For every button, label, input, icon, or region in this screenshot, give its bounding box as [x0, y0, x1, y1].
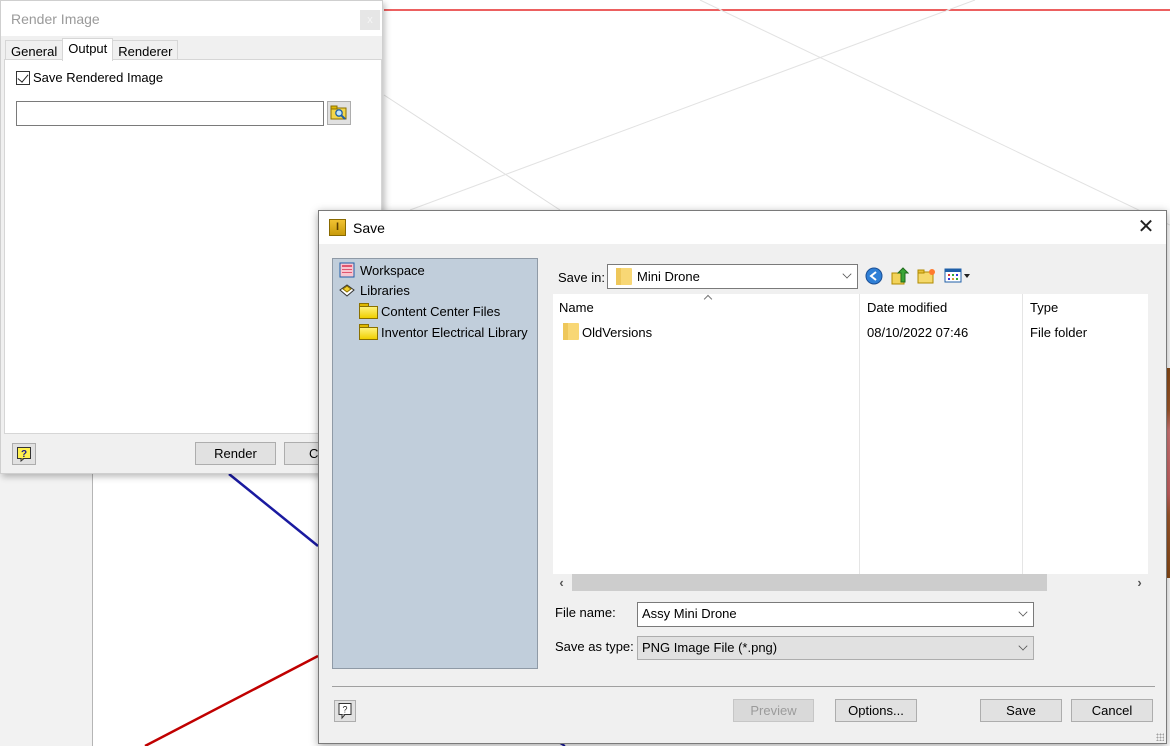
folder-search-icon [330, 105, 347, 120]
file-date-cell: 08/10/2022 07:46 [867, 325, 969, 340]
back-button[interactable] [864, 266, 884, 286]
scroll-left-arrow[interactable]: ‹ [553, 574, 570, 591]
place-content-center-files[interactable]: Content Center Files [359, 303, 500, 319]
save-as-type-dropdown[interactable]: PNG Image File (*.png) [637, 636, 1034, 660]
up-folder-button[interactable] [890, 266, 910, 286]
cancel-button[interactable]: Cancel [1071, 699, 1153, 722]
save-dialog-titlebar[interactable]: I Save ✕ [319, 211, 1166, 244]
folder-icon [563, 323, 579, 340]
column-separator[interactable] [1022, 294, 1023, 574]
save-rendered-image-option[interactable]: Save Rendered Image [16, 70, 163, 85]
resize-grip[interactable] [1156, 733, 1164, 741]
folder-icon [359, 324, 378, 340]
folder-icon [359, 303, 378, 319]
svg-text:?: ? [342, 705, 347, 715]
view-menu-icon [944, 268, 970, 283]
file-list[interactable]: Name Date modified Type OldVersions 08/1… [553, 294, 1148, 574]
column-header-date-modified[interactable]: Date modified [867, 300, 947, 315]
up-folder-icon [891, 267, 909, 285]
red-axis-line [144, 654, 319, 746]
scrollbar-thumb[interactable] [572, 574, 1047, 591]
file-name-label: File name: [555, 605, 616, 620]
grid-line [409, 0, 976, 211]
file-name-value: Assy Mini Drone [642, 606, 737, 621]
save-dialog-title: Save [353, 220, 385, 236]
back-icon [865, 267, 883, 285]
preview-button[interactable]: Preview [733, 699, 814, 722]
save-rendered-image-checkbox[interactable] [16, 70, 30, 85]
browser-panel [0, 470, 93, 746]
chevron-down-icon [1018, 607, 1028, 617]
save-help-button[interactable]: ? [334, 700, 356, 722]
column-header-type[interactable]: Type [1030, 300, 1058, 315]
column-header-name[interactable]: Name [559, 300, 594, 315]
save-in-dropdown[interactable]: Mini Drone [607, 264, 858, 289]
save-rendered-image-label: Save Rendered Image [33, 70, 164, 85]
horizontal-scrollbar[interactable]: ‹ › [553, 574, 1148, 591]
place-label: Inventor Electrical Library [381, 324, 528, 340]
tab-output[interactable]: Output [62, 38, 114, 61]
place-label: Libraries [360, 282, 410, 298]
view-menu-button[interactable] [943, 266, 973, 286]
save-button[interactable]: Save [980, 699, 1062, 722]
render-help-button[interactable]: ? [12, 443, 36, 465]
svg-text:?: ? [21, 449, 27, 460]
render-button[interactable]: Render [195, 442, 276, 465]
options-button[interactable]: Options... [835, 699, 917, 722]
place-label: Content Center Files [381, 303, 501, 319]
blue-axis-line [228, 473, 319, 547]
browse-button[interactable] [327, 101, 351, 125]
output-path-input[interactable] [16, 101, 324, 126]
footer-divider [332, 686, 1155, 687]
place-label: Workspace [360, 262, 425, 278]
workspace-icon [339, 262, 355, 278]
libraries-icon [339, 284, 355, 297]
tab-general[interactable]: General [5, 40, 64, 61]
render-dialog-tabs: General Output Renderer [5, 38, 179, 61]
folder-icon [616, 268, 632, 285]
locations-pane: Workspace Libraries Content Center Files… [332, 258, 538, 669]
inventor-app-icon: I [329, 219, 346, 236]
help-icon: ? [338, 703, 352, 720]
save-as-type-label: Save as type: [555, 639, 634, 654]
tab-renderer[interactable]: Renderer [112, 40, 179, 61]
save-dialog-close-button[interactable]: ✕ [1134, 215, 1158, 239]
file-name-input[interactable]: Assy Mini Drone [637, 602, 1034, 627]
sort-ascending-icon [703, 294, 713, 304]
grid-line [383, 94, 561, 211]
file-name-cell: OldVersions [582, 325, 653, 340]
save-in-label: Save in: [558, 270, 605, 285]
render-dialog-close-button[interactable]: x [360, 10, 380, 30]
grid-line [699, 0, 1170, 226]
file-type-cell: File folder [1030, 325, 1088, 340]
new-folder-button[interactable] [917, 266, 937, 286]
render-dialog-titlebar[interactable]: Render Image x [1, 1, 382, 36]
scroll-right-arrow[interactable]: › [1131, 574, 1148, 591]
save-as-type-value: PNG Image File (*.png) [642, 640, 778, 655]
help-icon: ? [17, 447, 31, 462]
save-in-value: Mini Drone [637, 269, 700, 284]
chevron-down-icon [1018, 641, 1028, 651]
place-libraries[interactable]: Libraries [338, 282, 410, 298]
save-dialog: I Save ✕ Workspace Libraries Content Cen… [318, 210, 1167, 744]
new-folder-icon [917, 269, 935, 284]
column-separator[interactable] [859, 294, 860, 574]
place-workspace[interactable]: Workspace [338, 262, 425, 278]
chevron-down-icon [842, 269, 852, 279]
render-dialog-title: Render Image [11, 11, 100, 27]
place-inventor-electrical-library[interactable]: Inventor Electrical Library [359, 324, 528, 340]
